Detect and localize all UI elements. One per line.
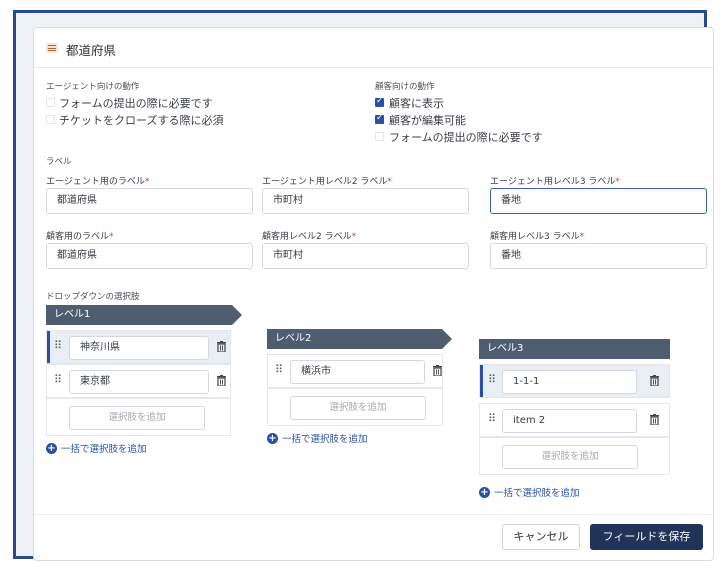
level1-tab: レベル1 (46, 305, 242, 325)
agent-label-l2-caption: エージェント用レベル2 ラベル* (262, 177, 392, 187)
window-frame: 都道府県 エージェント向けの動作 フォームの提出の際に必要です チケットをクロー… (13, 10, 714, 561)
agent-behavior-label: エージェント向けの動作 (46, 82, 140, 92)
card-header: 都道府県 (34, 28, 713, 68)
customer-label-l3-caption: 顧客用レベル3 ラベル* (490, 232, 585, 242)
trash-icon[interactable] (650, 375, 659, 386)
trash-icon[interactable] (433, 365, 442, 376)
agent-label-l3-input[interactable]: 番地 (490, 188, 707, 214)
level1-option-input[interactable]: 神奈川県 (69, 336, 209, 360)
customer-required-submit-checkbox[interactable] (375, 132, 384, 141)
level1-option-row[interactable]: ⠿ 神奈川県 (46, 330, 231, 364)
drag-handle-icon[interactable]: ⠿ (275, 363, 283, 376)
agent-required-submit-label: フォームの提出の際に必要です (59, 97, 213, 110)
customer-required-submit-label: フォームの提出の際に必要です (389, 131, 543, 144)
plus-circle-icon[interactable]: + (479, 487, 490, 498)
save-field-button[interactable]: フィールドを保存 (590, 524, 703, 550)
level1-option-input[interactable]: 東京都 (69, 370, 209, 394)
customer-label-l3-input[interactable]: 番地 (490, 243, 707, 269)
agent-label-l2-input[interactable]: 市町村 (262, 188, 469, 214)
cancel-button[interactable]: キャンセル (502, 524, 580, 550)
drag-handle-icon[interactable]: ⠿ (488, 373, 496, 386)
level2-tab: レベル2 (267, 329, 452, 349)
field-editor-card: 都道府県 エージェント向けの動作 フォームの提出の際に必要です チケットをクロー… (33, 27, 714, 561)
customer-behavior-label: 顧客向けの動作 (375, 82, 435, 92)
agent-label-l1-input[interactable]: 都道府県 (46, 188, 253, 214)
level1-add-option-input[interactable]: 選択肢を追加 (69, 406, 205, 430)
customer-visible-label: 顧客に表示 (389, 97, 444, 110)
level2-option-input[interactable]: 横浜市 (290, 360, 425, 384)
level3-tab: レベル3 (479, 339, 670, 359)
drag-handle-icon[interactable]: ⠿ (54, 373, 62, 386)
level3-option-input[interactable]: item 2 (502, 409, 637, 433)
trash-icon[interactable] (650, 414, 659, 425)
level3-option-input[interactable]: 1-1-1 (502, 370, 637, 394)
field-title: 都道府県 (66, 43, 117, 58)
customer-label-l1-input[interactable]: 都道府県 (46, 243, 253, 269)
dropdown-options-title: ドロップダウンの選択肢 (46, 292, 140, 302)
drag-handle-icon[interactable]: ⠿ (488, 412, 496, 425)
agent-required-close-checkbox[interactable] (46, 115, 55, 124)
level3-option-row[interactable]: ⠿ 1-1-1 (479, 364, 670, 398)
labels-section-title: ラベル (46, 157, 72, 167)
trash-icon[interactable] (217, 341, 226, 352)
plus-circle-icon[interactable]: + (267, 433, 278, 444)
level1-bulk-add-link[interactable]: 一括で選択肢を追加 (61, 441, 147, 455)
level2-bulk-add-link[interactable]: 一括で選択肢を追加 (282, 431, 368, 445)
agent-required-submit-checkbox[interactable] (46, 98, 55, 107)
agent-required-close-label: チケットをクローズする際に必須 (59, 114, 224, 127)
level3-add-row: 選択肢を追加 (479, 437, 670, 475)
level2-add-row: 選択肢を追加 (267, 388, 443, 426)
level3-add-option-input[interactable]: 選択肢を追加 (502, 445, 638, 469)
level3-option-row[interactable]: ⠿ item 2 (479, 403, 670, 437)
trash-icon[interactable] (217, 375, 226, 386)
plus-circle-icon[interactable]: + (46, 443, 57, 454)
level1-option-row[interactable]: ⠿ 東京都 (46, 364, 231, 398)
menu-icon[interactable] (46, 43, 58, 53)
customer-editable-checkbox[interactable] (375, 113, 384, 124)
footer-divider (34, 514, 713, 515)
customer-label-l2-input[interactable]: 市町村 (262, 243, 469, 269)
agent-label-l1-caption: エージェント用のラベル* (46, 177, 150, 187)
customer-label-l1-caption: 顧客用のラベル* (46, 232, 114, 242)
level1-add-row: 選択肢を追加 (46, 398, 231, 436)
customer-editable-label: 顧客が編集可能 (389, 114, 466, 127)
agent-label-l3-caption: エージェント用レベル3 ラベル* (490, 177, 620, 187)
level2-add-option-input[interactable]: 選択肢を追加 (290, 396, 426, 420)
drag-handle-icon[interactable]: ⠿ (54, 339, 62, 352)
level3-bulk-add-link[interactable]: 一括で選択肢を追加 (494, 485, 580, 499)
level2-option-row[interactable]: ⠿ 横浜市 (267, 354, 443, 388)
customer-label-l2-caption: 顧客用レベル2 ラベル* (262, 232, 357, 242)
customer-visible-checkbox[interactable] (375, 96, 384, 107)
